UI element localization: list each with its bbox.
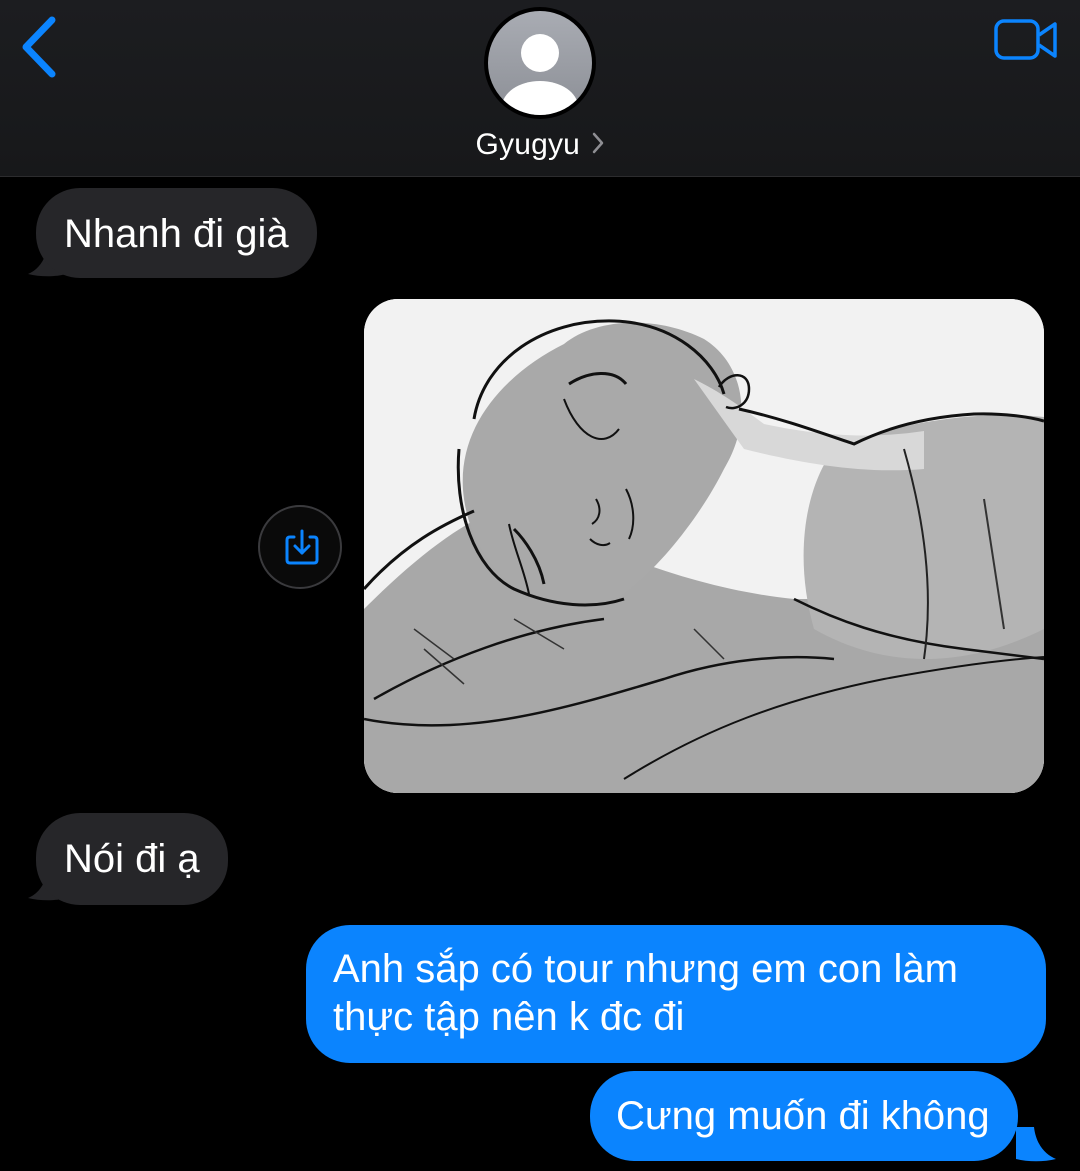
message-bubble-incoming[interactable]: Nhanh đi già [36, 188, 317, 278]
save-to-photos-icon [285, 529, 319, 565]
video-camera-icon [994, 19, 1057, 60]
message-text: Nói đi ạ [64, 837, 200, 881]
message-bubble-incoming[interactable]: Nói đi ạ [36, 813, 228, 905]
person-silhouette-icon [488, 11, 592, 115]
save-image-button[interactable] [258, 505, 342, 589]
message-text: Nhanh đi già [64, 212, 289, 256]
back-button[interactable] [18, 14, 68, 80]
contact-details-link[interactable]: Gyugyu [0, 128, 1080, 172]
message-text: Cưng muốn đi không [616, 1094, 990, 1138]
video-call-button[interactable] [992, 16, 1062, 64]
image-attachment[interactable] [364, 299, 1044, 793]
chevron-right-icon [592, 132, 603, 154]
message-bubble-outgoing[interactable]: Anh sắp có tour nhưng em con làm thực tậ… [306, 925, 1046, 1063]
outgoing-bubble-tail [1016, 1127, 1056, 1162]
message-text-line: Anh sắp có tour nhưng em con làm [333, 947, 958, 991]
chevron-left-icon [22, 16, 56, 78]
sketch-image [364, 299, 1044, 793]
contact-avatar[interactable] [484, 7, 596, 119]
contact-name: Gyugyu [475, 128, 581, 161]
message-text-line: thực tập nên k đc đi [333, 995, 685, 1039]
messages-screen: Gyugyu Nhanh đi già Nói đi ạ Anh sắp có … [0, 0, 1080, 1171]
message-bubble-outgoing[interactable]: Cưng muốn đi không [590, 1071, 1018, 1161]
conversation-header: Gyugyu [0, 0, 1080, 177]
